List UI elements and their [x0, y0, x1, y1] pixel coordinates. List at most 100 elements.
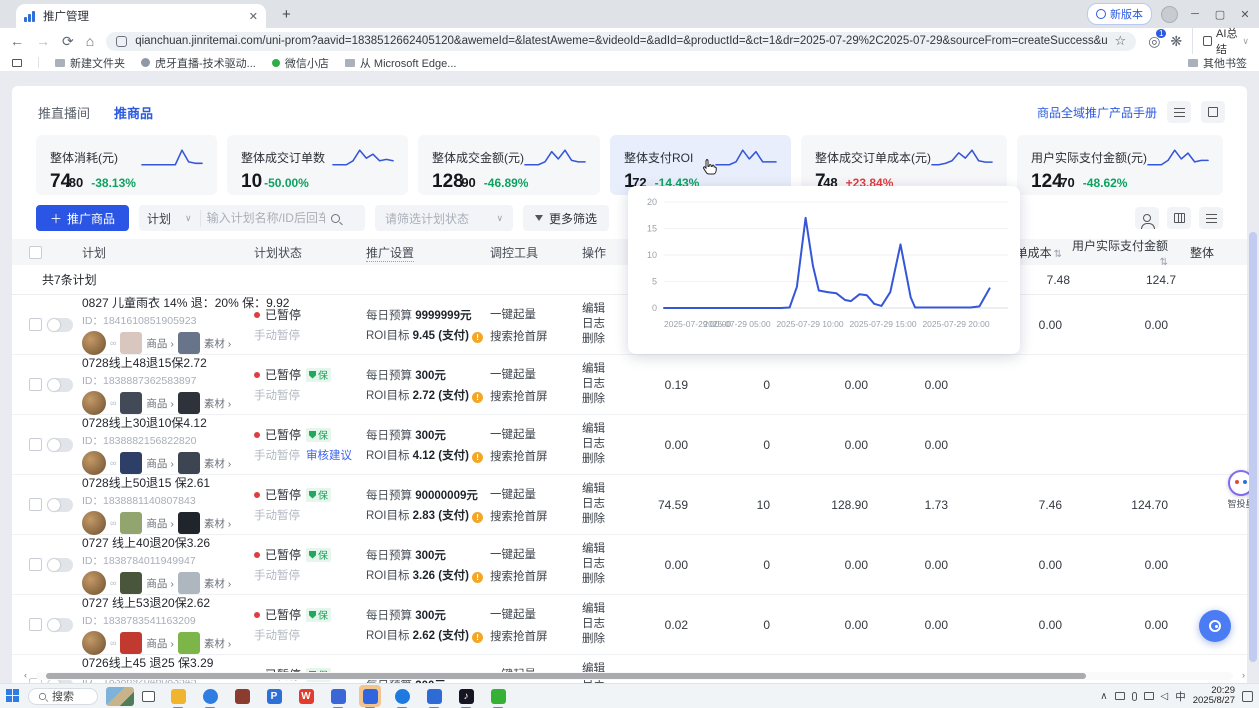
taskbar-clock[interactable]: 20:29 2025/8/27	[1193, 686, 1235, 707]
one-key-boost-link[interactable]: 一键起量	[490, 306, 582, 322]
row-checkbox[interactable]	[29, 618, 42, 631]
stat-card[interactable]: 用户实际支付金额(元) 124.70 -48.62%	[1017, 135, 1223, 195]
taskbar-app-file-explorer[interactable]	[167, 685, 189, 707]
window-close-button[interactable]: ✕	[1237, 8, 1253, 21]
sort-icon[interactable]: ⇅	[1160, 257, 1168, 268]
log-link[interactable]: 日志	[582, 437, 636, 452]
scrollbar-thumb[interactable]	[46, 673, 1086, 679]
tab-close-icon[interactable]: ✕	[249, 10, 258, 23]
material-thumbnail[interactable]	[178, 332, 200, 354]
notification-center-icon[interactable]	[1242, 691, 1253, 702]
ai-summary-button[interactable]: AI总结 ∨	[1192, 25, 1249, 57]
material-link[interactable]: 素材 ›	[204, 456, 231, 471]
col-settings[interactable]: 推广设置	[366, 244, 490, 261]
side-panel-icon[interactable]	[12, 59, 22, 67]
url-bar[interactable]: qianchuan.jinritemai.com/uni-prom?aavid=…	[106, 32, 1136, 51]
taskbar-app-app-circle-blue[interactable]	[391, 685, 413, 707]
new-tab-button[interactable]: +	[282, 6, 291, 23]
row-checkbox[interactable]	[29, 378, 42, 391]
volume-icon[interactable]: ◁	[1161, 691, 1169, 702]
more-filters-button[interactable]: 更多筛选	[523, 205, 609, 231]
campaign-toggle[interactable]	[47, 318, 73, 332]
campaign-name[interactable]: 0727 线上40退20保3.26	[82, 534, 254, 551]
bookmark-item[interactable]: 微信小店	[272, 55, 329, 71]
scroll-left-arrow[interactable]: ‹	[24, 670, 27, 680]
scroll-right-arrow[interactable]: ›	[1242, 670, 1245, 680]
notification-extension-icon[interactable]: ◎ 1	[1148, 33, 1160, 50]
delete-link[interactable]: 删除	[582, 512, 636, 527]
audience-button[interactable]	[1135, 207, 1159, 229]
product-link[interactable]: 商品 ›	[146, 456, 173, 471]
product-link[interactable]: 商品 ›	[146, 576, 173, 591]
search-icon[interactable]	[331, 214, 340, 223]
window-minimize-button[interactable]: ─	[1187, 8, 1203, 20]
material-thumbnail[interactable]	[178, 632, 200, 654]
row-checkbox[interactable]	[29, 438, 42, 451]
warning-icon[interactable]: !	[472, 632, 483, 643]
material-thumbnail[interactable]	[178, 572, 200, 594]
search-topview-link[interactable]: 搜索抢首屏	[490, 628, 582, 644]
product-link[interactable]: 商品 ›	[146, 516, 173, 531]
material-thumbnail[interactable]	[178, 392, 200, 414]
search-topview-link[interactable]: 搜索抢首屏	[490, 568, 582, 584]
tray-chevron-up-icon[interactable]: ∧	[1100, 691, 1107, 702]
vertical-scrollbar[interactable]	[1249, 232, 1257, 662]
col-partial[interactable]: 整体	[1176, 244, 1236, 261]
extensions-puzzle-icon[interactable]: ❋	[1170, 33, 1182, 50]
back-icon[interactable]: ←	[10, 33, 24, 49]
home-icon[interactable]: ⌂	[86, 33, 94, 49]
delete-link[interactable]: 删除	[582, 452, 636, 467]
campaign-toggle[interactable]	[47, 558, 73, 572]
material-link[interactable]: 素材 ›	[204, 516, 231, 531]
floating-action-button[interactable]	[1199, 610, 1231, 642]
material-link[interactable]: 素材 ›	[204, 636, 231, 651]
col-tools[interactable]: 调控工具	[490, 244, 582, 261]
stat-card[interactable]: 整体成交订单数 10 -50.00%	[227, 135, 408, 195]
bookmark-item[interactable]: 新建文件夹	[55, 55, 125, 71]
bookmark-item[interactable]: 虎牙直播-技术驱动...	[141, 55, 256, 71]
product-thumbnail[interactable]	[120, 572, 142, 594]
widgets-weather-button[interactable]	[106, 687, 134, 706]
campaign-toggle[interactable]	[47, 438, 73, 452]
row-checkbox[interactable]	[29, 318, 42, 331]
plan-type-select[interactable]: 计划∨	[147, 210, 201, 227]
custom-columns-button[interactable]	[1167, 207, 1191, 229]
taskbar-app-app-blue-office[interactable]: P	[263, 685, 285, 707]
row-checkbox[interactable]	[29, 558, 42, 571]
one-key-boost-link[interactable]: 一键起量	[490, 606, 582, 622]
material-link[interactable]: 素材 ›	[204, 396, 231, 411]
ime-indicator[interactable]: 中	[1175, 689, 1186, 704]
edit-link[interactable]: 编辑	[582, 542, 636, 557]
taskbar-app-app-blue-3[interactable]	[423, 685, 445, 707]
browser-profile-avatar[interactable]	[1161, 6, 1178, 23]
warning-icon[interactable]: !	[472, 392, 483, 403]
bookmark-star-icon[interactable]: ☆	[1115, 33, 1127, 49]
table-settings-button[interactable]	[1199, 207, 1223, 229]
horizontal-scrollbar[interactable]: ‹ ›	[36, 672, 1233, 680]
material-thumbnail[interactable]	[178, 452, 200, 474]
site-permissions-icon[interactable]	[116, 36, 127, 47]
stat-card[interactable]: 整体成交金额(元) 128.90 -46.89%	[418, 135, 600, 195]
microphone-icon[interactable]	[1132, 692, 1137, 701]
window-maximize-button[interactable]: ▢	[1212, 8, 1228, 21]
material-link[interactable]: 素材 ›	[204, 336, 231, 351]
one-key-boost-link[interactable]: 一键起量	[490, 426, 582, 442]
warning-icon[interactable]: !	[472, 572, 483, 583]
one-key-boost-link[interactable]: 一键起量	[490, 546, 582, 562]
row-checkbox[interactable]	[29, 498, 42, 511]
product-thumbnail[interactable]	[120, 332, 142, 354]
one-key-boost-link[interactable]: 一键起量	[490, 486, 582, 502]
fullscreen-button[interactable]	[1201, 101, 1225, 123]
log-link[interactable]: 日志	[582, 497, 636, 512]
sort-icon[interactable]: ⇅	[1054, 249, 1062, 260]
edit-link[interactable]: 编辑	[582, 362, 636, 377]
warning-icon[interactable]: !	[472, 452, 483, 463]
product-thumbnail[interactable]	[120, 512, 142, 534]
stat-card[interactable]: 整体消耗(元) 74.80 -38.13%	[36, 135, 217, 195]
campaign-name[interactable]: 0728线上48退15保2.72	[82, 354, 254, 371]
campaign-name[interactable]: 0727 线上53退20保2.62	[82, 594, 254, 611]
campaign-name[interactable]: 0728线上30退10保4.12	[82, 414, 254, 431]
campaign-name[interactable]: 0726线上45 退25 保3.29	[82, 654, 254, 671]
col-status[interactable]: 计划状态	[254, 244, 366, 261]
start-button[interactable]	[6, 689, 20, 703]
